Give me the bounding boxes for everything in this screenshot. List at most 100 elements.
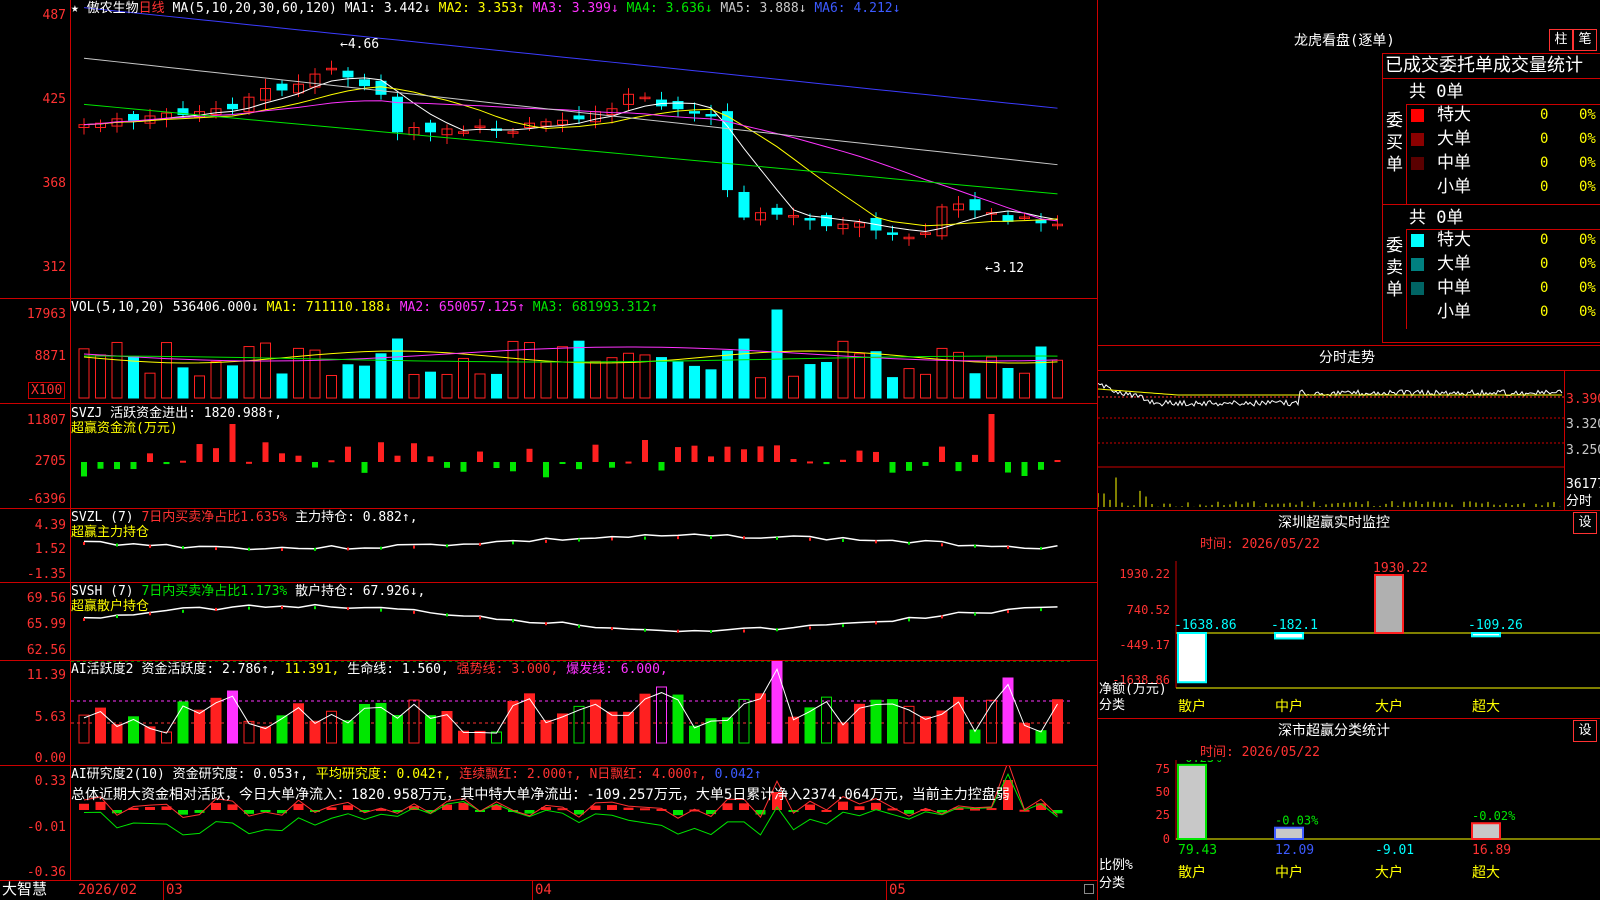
activity-bar [870, 699, 882, 744]
low-price-value: 3.12 [992, 261, 1025, 276]
ai1-ytick: 11.39 [26, 668, 66, 683]
research-bar [871, 802, 881, 810]
volume-bar [821, 362, 832, 399]
fund-flow-bar [345, 446, 351, 462]
xaxis-tick [163, 880, 164, 900]
volume-bar [458, 357, 469, 399]
volume-bar [95, 354, 106, 399]
fund-flow-bar [609, 462, 615, 468]
volume-bar [326, 375, 337, 399]
classify-value-label: 79.43 [1178, 843, 1217, 858]
classify-time: 时间: 2026/05/22 [1200, 745, 1320, 760]
period-label[interactable]: 日线 [139, 1, 165, 16]
classify-ytick: 75 [1156, 762, 1170, 776]
holding-line [83, 603, 1058, 633]
fund-flow-bar [460, 462, 467, 472]
ai1-title: AI活跃度2 [71, 662, 134, 677]
fund-flow-bar [988, 414, 995, 462]
volume-bar [276, 373, 288, 399]
monitor-ytick: 1930.22 [1119, 567, 1170, 581]
fund-flow-bar [955, 462, 962, 472]
ai1-strong-line: 强势线: 3.000, [456, 662, 559, 677]
fund-flow-bar [246, 461, 252, 464]
bar-view-button[interactable]: 柱 [1549, 29, 1573, 51]
holding-marker [347, 547, 349, 551]
holding-marker [644, 536, 646, 540]
fund-flow-bar [856, 450, 863, 462]
favorite-star-icon[interactable]: ★ [71, 1, 79, 16]
classify-ytick: 25 [1156, 808, 1170, 822]
lock-icon[interactable] [1084, 884, 1094, 894]
order-size-label: 特大 [1437, 230, 1471, 250]
svzl-holding: 主力持仓: 0.882↑, [295, 510, 418, 525]
volume-bar [474, 373, 486, 399]
volume-bar [854, 353, 865, 399]
volume-bar [491, 373, 502, 399]
svsh-ratio: 7日内买卖净占比1.173% [141, 584, 288, 599]
volume-bar [210, 361, 222, 399]
volume-bar [1019, 372, 1030, 399]
fund-flow-bar [361, 462, 368, 473]
holding-marker [875, 621, 877, 625]
holding-marker [83, 618, 85, 621]
fund-flow-bar [708, 456, 714, 462]
candle-body [771, 207, 783, 215]
volume-bar [1035, 346, 1047, 399]
fund-flow-bar [774, 445, 780, 462]
holding-marker [83, 542, 85, 545]
fund-flow-bar [394, 455, 401, 462]
ai2-summary: 总体近期大资金相对活跃，今日大单净流入：1820.958万元，其中特大单净流出：… [71, 787, 1010, 803]
monitor-chart[interactable]: 1930.22740.52-449.17-1638.86-1638.86散户-1… [1098, 553, 1600, 721]
ai2-extra: 0.042↑ [714, 767, 762, 782]
classify-axis-category: 分类 [1099, 876, 1126, 891]
volume-bar [623, 352, 634, 399]
svzj-ytick: 11807 [26, 413, 66, 428]
volume-bar [953, 351, 964, 399]
volume-bar [804, 364, 816, 399]
holding-marker [941, 615, 943, 619]
classify-settings-button[interactable]: 设 [1573, 720, 1597, 742]
order-size-swatch [1411, 282, 1424, 295]
activity-bar [425, 715, 436, 744]
research-bar [805, 804, 815, 810]
volume-bar [969, 373, 981, 399]
kline-header: ★ 傲农生物日线 MA(5,10,20,30,60,120) MA1: 3.44… [71, 1, 900, 16]
candle-body [1002, 215, 1014, 222]
ai1-burst-line: 爆发线: 6.000, [566, 662, 668, 677]
tick-view-button[interactable]: 笔 [1573, 29, 1597, 51]
holding-marker [743, 629, 745, 633]
fund-flow-bar [642, 440, 648, 462]
classify-chart[interactable]: 75 50 25 0 -0.23% 79.43 散户 -0.03% 12.09 中户 -9.01 大户… [1098, 760, 1600, 900]
classify-category-label: 大户 [1375, 864, 1403, 881]
intraday-chart[interactable] [1098, 371, 1564, 509]
intraday-vol-unit: 分时 [1566, 494, 1593, 509]
kline-chart[interactable] [71, 0, 1097, 298]
classify-value-label: -9.01 [1375, 843, 1414, 858]
volume-bar [788, 375, 799, 399]
vol-unit-button[interactable]: X100 [28, 382, 66, 399]
ai-research-chart[interactable] [71, 766, 1097, 880]
holding-marker [677, 536, 679, 540]
fund-flow-bar [163, 462, 170, 465]
candle-body [375, 80, 387, 95]
longhu-rule [1406, 229, 1407, 329]
holding-marker [380, 546, 382, 550]
monitor-settings-button[interactable]: 设 [1573, 512, 1597, 534]
vol-header: VOL(5,10,20) 536406.000↓ MA1: 711110.188… [71, 300, 658, 315]
research-bar [95, 801, 106, 810]
holding-marker [215, 547, 217, 551]
activity-bar [771, 661, 783, 744]
volume-bar [128, 356, 139, 399]
order-size-swatch [1411, 109, 1424, 122]
order-size-swatch [1411, 306, 1424, 319]
activity-bar [359, 703, 370, 744]
holding-marker [248, 606, 250, 610]
monitor-value-label: 1930.22 [1373, 561, 1428, 576]
volume-bar [887, 377, 898, 399]
holding-marker [413, 545, 415, 549]
vol-ma2-line [83, 346, 1058, 362]
volume-bar [986, 356, 997, 399]
order-count: 0 [1540, 304, 1549, 320]
volume-bar [722, 350, 733, 399]
activity-bar [738, 698, 750, 744]
